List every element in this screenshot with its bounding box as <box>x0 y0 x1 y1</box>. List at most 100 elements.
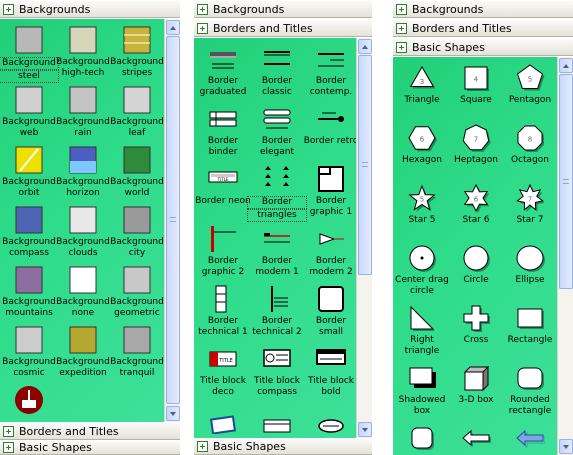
stencil-item[interactable]: Background clouds <box>56 205 110 259</box>
stencil-item[interactable]: Background rain <box>56 85 110 139</box>
scroll-up-button[interactable] <box>166 20 180 35</box>
stencil-item[interactable]: Border triangles <box>247 164 307 222</box>
stencil-item[interactable]: Right triangle <box>395 303 449 357</box>
stencil-item[interactable]: Cross <box>449 303 503 346</box>
stencil-item[interactable]: 6 Hexagon <box>395 123 449 166</box>
item-label-line-2: rectangle <box>508 406 552 416</box>
stencil-item[interactable]: Background geometric <box>110 265 164 319</box>
stencil-item[interactable]: Background expedition <box>56 325 110 379</box>
stencil-item[interactable]: Circle <box>449 243 503 286</box>
stencil-item[interactable]: Center drag circle <box>395 243 449 297</box>
stencil-item[interactable]: Background web <box>2 85 56 139</box>
stencil-item[interactable] <box>449 423 503 455</box>
stencil-item[interactable]: Background steel <box>0 25 59 83</box>
stencil-item[interactable]: TITLE Title block deco <box>196 344 250 398</box>
stencil-item[interactable]: TITLE Border neon <box>195 164 251 207</box>
stencil-item[interactable] <box>503 423 557 455</box>
section-header-basic-shapes[interactable]: Basic Shapes <box>393 38 573 56</box>
item-label: Triangle <box>404 95 440 105</box>
stencil-item[interactable]: 6 Star 6 <box>449 183 503 226</box>
stencil-item[interactable]: 7 Heptagon <box>449 123 503 166</box>
item-label-line-2: box <box>413 406 431 416</box>
scroll-up-button[interactable] <box>358 39 372 54</box>
mountains-background-icon <box>14 265 44 295</box>
stencil-item[interactable]: Ellipse <box>503 243 557 286</box>
item-label: Border <box>207 136 239 146</box>
stencil-item[interactable]: Background leaf <box>110 85 164 139</box>
stencil-item[interactable]: Rounded rectangle <box>503 363 557 417</box>
stencil-item[interactable]: Border retro <box>304 104 358 147</box>
svg-text:7: 7 <box>528 196 532 204</box>
stencil-item[interactable] <box>2 385 56 417</box>
item-label-line-2: triangle <box>404 346 440 356</box>
section-header-backgrounds[interactable]: Backgrounds <box>194 0 372 18</box>
stencil-item[interactable] <box>304 404 358 436</box>
border-neon-icon: TITLE <box>208 164 238 194</box>
stencil-item[interactable]: 4 Square <box>449 63 503 106</box>
stencil-item[interactable]: Background cosmic <box>2 325 56 379</box>
stencil-item[interactable]: Background compass <box>2 205 56 259</box>
stencil-item[interactable]: Border elegant <box>250 104 304 158</box>
vertical-scrollbar[interactable] <box>557 57 573 455</box>
stencil-item[interactable]: Title block compass <box>250 344 304 398</box>
stencil-item[interactable]: 7 Star 7 <box>503 183 557 226</box>
scroll-thumb[interactable] <box>166 36 180 404</box>
vertical-scrollbar[interactable] <box>356 38 372 438</box>
stencil-item[interactable]: Border classic <box>250 44 304 98</box>
section-header-basic-shapes[interactable]: Basic Shapes <box>194 438 372 455</box>
section-header-backgrounds[interactable]: Backgrounds <box>0 0 180 18</box>
stencil-item[interactable]: 5 Pentagon <box>503 63 557 106</box>
section-header-basic-shapes[interactable]: Basic Shapes <box>0 440 180 455</box>
stencil-item[interactable]: Background world <box>110 145 164 199</box>
stencil-item[interactable]: Background stripes <box>110 25 164 79</box>
stencil-item[interactable]: Border small <box>304 284 358 338</box>
stencil-item[interactable]: Rectangle <box>503 303 557 346</box>
stencil-item[interactable]: Background tranquil <box>110 325 164 379</box>
section-header-borders-and-titles[interactable]: Borders and Titles <box>0 422 180 440</box>
scroll-thumb[interactable] <box>559 74 573 289</box>
item-label: Octagon <box>511 155 549 165</box>
stencil-item[interactable]: Background city <box>110 205 164 259</box>
stencil-item[interactable]: Shadowed box <box>395 363 449 417</box>
item-label-line-2: graphic 1 <box>309 207 353 217</box>
section-header-borders-and-titles[interactable]: Borders and Titles <box>393 19 573 37</box>
stencil-item[interactable] <box>196 404 250 436</box>
scroll-up-button[interactable] <box>559 58 573 73</box>
stencil-item[interactable] <box>250 404 304 436</box>
stencil-item[interactable]: 3-D box <box>449 363 503 406</box>
stencil-item[interactable]: Border modern 1 <box>250 224 304 278</box>
stencil-item[interactable] <box>395 423 449 455</box>
scroll-down-button[interactable] <box>358 422 372 437</box>
stencil-item[interactable]: Border graphic 2 <box>196 224 250 278</box>
stencil-item[interactable]: Background high-tech <box>56 25 110 79</box>
stencil-item[interactable]: Border modern 2 <box>304 224 358 278</box>
item-label: Background <box>110 297 164 307</box>
stencil-item[interactable]: 8 Octagon <box>503 123 557 166</box>
stencil-item[interactable]: 3 Triangle <box>395 63 449 106</box>
stencil-item[interactable]: Background horizon <box>56 145 110 199</box>
stencil-item[interactable]: Background orbit <box>2 145 56 199</box>
scroll-thumb[interactable] <box>358 55 372 275</box>
stencil-item[interactable]: 5 Star 5 <box>395 183 449 226</box>
vertical-scrollbar[interactable] <box>164 19 180 422</box>
stencil-item[interactable]: Border binder <box>196 104 250 158</box>
stencil-item[interactable]: Border graphic 1 <box>304 164 358 218</box>
stencil-item[interactable]: Border contemp. <box>304 44 358 98</box>
scroll-down-button[interactable] <box>559 439 573 454</box>
section-header-borders-and-titles[interactable]: Borders and Titles <box>194 19 372 37</box>
stencil-item[interactable]: Border technical 1 <box>196 284 250 338</box>
stencil-item[interactable]: Title block bold <box>304 344 358 398</box>
stencil-item[interactable]: Background none <box>56 265 110 319</box>
compass-background-icon <box>14 205 44 235</box>
section-header-backgrounds[interactable]: Backgrounds <box>393 0 573 18</box>
scroll-down-button[interactable] <box>166 406 180 421</box>
item-label-line-2: compass <box>257 387 297 397</box>
item-label-line-2: high-tech <box>61 68 105 78</box>
rectangle-icon <box>515 303 545 333</box>
item-label: Background <box>56 357 110 367</box>
stencil-item[interactable]: Border technical 2 <box>250 284 304 338</box>
stencil-item[interactable]: Background mountains <box>2 265 56 319</box>
stencil-item[interactable]: Border graduated <box>196 44 250 98</box>
item-label-line-2: modern 1 <box>255 267 299 277</box>
title-block-deco-icon: TITLE <box>208 344 238 374</box>
